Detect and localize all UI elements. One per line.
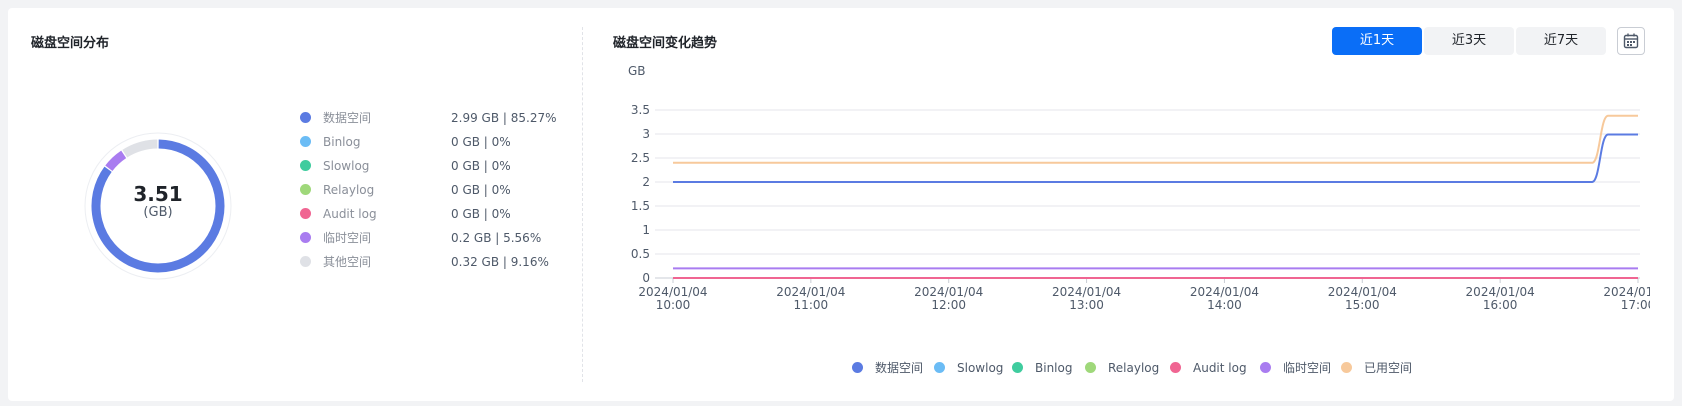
x-tick-time: 11:00 bbox=[794, 298, 829, 312]
legend-label: Slowlog bbox=[323, 159, 370, 173]
x-tick-date: 2024/01/04 bbox=[1603, 285, 1650, 299]
x-tick-time: 14:00 bbox=[1207, 298, 1242, 312]
x-tick-time: 17:00 bbox=[1621, 298, 1650, 312]
legend-dot-icon bbox=[300, 232, 311, 243]
trend-legend-label: Audit log bbox=[1193, 361, 1247, 375]
legend-label: Relaylog bbox=[323, 183, 375, 197]
legend-value: 0 GB | 0% bbox=[451, 183, 511, 197]
legend-dot-icon bbox=[934, 362, 945, 373]
x-tick-date: 2024/01/04 bbox=[1190, 285, 1259, 299]
legend-dot-icon bbox=[300, 112, 311, 123]
trend-legend-label: 临时空间 bbox=[1283, 361, 1332, 375]
y-axis-unit: GB bbox=[628, 64, 646, 78]
legend-dot-icon bbox=[1260, 362, 1271, 373]
legend-dot-icon bbox=[1170, 362, 1181, 373]
x-tick-date: 2024/01/04 bbox=[1328, 285, 1397, 299]
y-tick-label: 3.5 bbox=[631, 103, 650, 117]
y-tick-label: 2.5 bbox=[631, 151, 650, 165]
y-tick-label: 0.5 bbox=[631, 247, 650, 261]
donut-slice-6[interactable] bbox=[122, 139, 158, 158]
legend-value: 0.32 GB | 9.16% bbox=[451, 255, 549, 269]
x-tick-time: 16:00 bbox=[1483, 298, 1518, 312]
legend-value: 0.2 GB | 5.56% bbox=[451, 231, 542, 245]
range-7day-button[interactable]: 近7天 bbox=[1516, 27, 1606, 55]
calendar-icon bbox=[1623, 33, 1639, 49]
legend-label: 其他空间 bbox=[323, 255, 372, 269]
legend-value: 0 GB | 0% bbox=[451, 135, 511, 149]
trend-legend-label: Binlog bbox=[1035, 361, 1073, 375]
trend-legend-label: Relaylog bbox=[1108, 361, 1160, 375]
range-1day-button[interactable]: 近1天 bbox=[1332, 27, 1422, 55]
legend-dot-icon bbox=[1085, 362, 1096, 373]
trend-legend-label: 已用空间 bbox=[1364, 361, 1413, 375]
series-line-6 bbox=[673, 114, 1638, 164]
x-tick-date: 2024/01/04 bbox=[1466, 285, 1535, 299]
legend-dot-icon bbox=[300, 184, 311, 195]
legend-dot-icon bbox=[300, 208, 311, 219]
legend-dot-icon bbox=[1341, 362, 1352, 373]
legend-value: 0 GB | 0% bbox=[451, 207, 511, 221]
donut-slice-5[interactable] bbox=[105, 150, 127, 172]
legend-label: 临时空间 bbox=[323, 231, 372, 245]
legend-value: 0 GB | 0% bbox=[451, 159, 511, 173]
donut-total-unit: (GB) bbox=[143, 205, 173, 220]
legend-dot-icon bbox=[300, 160, 311, 171]
y-tick-label: 2 bbox=[642, 175, 650, 189]
x-tick-date: 2024/01/04 bbox=[638, 285, 707, 299]
y-tick-label: 1.5 bbox=[631, 199, 650, 213]
calendar-button[interactable] bbox=[1617, 27, 1645, 55]
x-tick-time: 10:00 bbox=[656, 298, 691, 312]
distribution-title: 磁盘空间分布 bbox=[31, 36, 110, 51]
legend-dot-icon bbox=[852, 362, 863, 373]
y-tick-label: 1 bbox=[642, 223, 650, 237]
y-tick-label: 0 bbox=[642, 271, 650, 285]
y-tick-label: 3 bbox=[642, 127, 650, 141]
legend-dot-icon bbox=[300, 256, 311, 267]
x-tick-date: 2024/01/04 bbox=[914, 285, 983, 299]
x-tick-date: 2024/01/04 bbox=[1052, 285, 1121, 299]
x-tick-time: 12:00 bbox=[931, 298, 966, 312]
range-3day-button[interactable]: 近3天 bbox=[1424, 27, 1514, 55]
panel-divider bbox=[582, 27, 583, 382]
legend-label: 数据空间 bbox=[323, 111, 372, 125]
legend-label: Audit log bbox=[323, 207, 377, 221]
donut-total-value: 3.51 bbox=[133, 182, 183, 206]
x-tick-time: 15:00 bbox=[1345, 298, 1380, 312]
legend-label: Binlog bbox=[323, 135, 361, 149]
trend-legend-label: 数据空间 bbox=[875, 361, 924, 375]
x-tick-time: 13:00 bbox=[1069, 298, 1104, 312]
trend-title: 磁盘空间变化趋势 bbox=[613, 36, 718, 51]
legend-value: 2.99 GB | 85.27% bbox=[451, 111, 557, 125]
trend-legend-label: Slowlog bbox=[957, 361, 1004, 375]
legend-dot-icon bbox=[1012, 362, 1023, 373]
trend-line-chart: 00.511.522.533.52024/01/0410:002024/01/0… bbox=[631, 103, 1650, 312]
x-tick-date: 2024/01/04 bbox=[776, 285, 845, 299]
legend-dot-icon bbox=[300, 136, 311, 147]
